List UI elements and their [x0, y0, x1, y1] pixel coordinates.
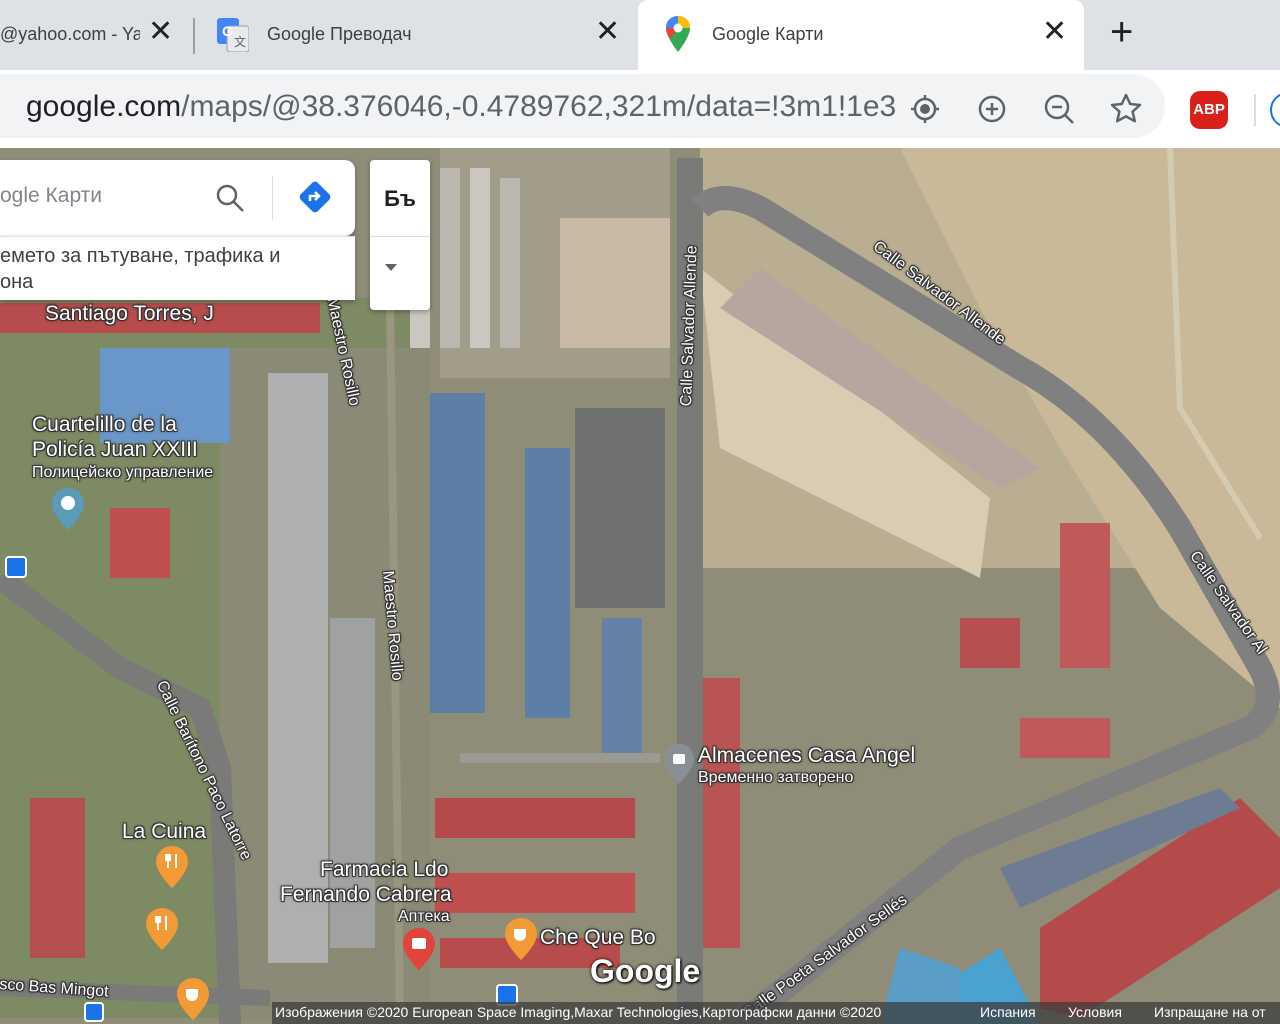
close-icon[interactable]: ✕	[595, 14, 620, 49]
panel-text-line: емето за пътуване, трафика и	[0, 245, 281, 267]
toolbar-divider	[1254, 94, 1256, 126]
zoom-in-icon[interactable]	[975, 92, 1009, 126]
close-icon[interactable]: ✕	[148, 14, 173, 49]
police-pin-icon[interactable]	[52, 488, 84, 530]
tab-title: @yahoo.com - Yal	[0, 24, 140, 44]
search-input[interactable]: ogle Карти	[0, 184, 102, 208]
poi-status: Временно затворено	[698, 769, 854, 786]
poi-category: Полицейско управление	[32, 464, 214, 481]
satellite-map[interactable]: Santiago Torres, J Maestro Rosillo Maest…	[0, 148, 1280, 1024]
poi-title[interactable]: Farmacia Ldo	[320, 858, 448, 882]
map-footer: Изображения ©2020 European Space Imaging…	[272, 1002, 1280, 1024]
adblock-plus-icon[interactable]: ABP	[1190, 91, 1228, 129]
bus-stop-icon[interactable]	[84, 1002, 104, 1022]
poi-title[interactable]: Almacenes Casa Angel	[698, 744, 915, 768]
google-maps-pin-icon	[666, 16, 690, 52]
poi-category: Аптека	[398, 908, 450, 925]
search-divider	[272, 176, 273, 220]
abp-label: ABP	[1193, 101, 1225, 118]
country-link[interactable]: Испания	[980, 1004, 1036, 1020]
restaurant-pin-icon[interactable]	[156, 846, 188, 888]
layer-button-divider	[370, 236, 430, 237]
tab-google-maps[interactable]: Google Карти ✕	[638, 0, 1084, 70]
poi-title[interactable]: Policía Juan XXIII	[32, 438, 198, 462]
cafe-pin-icon[interactable]	[177, 978, 209, 1020]
url-text[interactable]: google.com/maps/@38.376046,-0.4789762,32…	[26, 90, 896, 124]
tab-strip: @yahoo.com - Yal ✕ G 文 Google Преводач ✕…	[0, 0, 1280, 70]
map-label-santiago[interactable]: Santiago Torres, J	[45, 302, 214, 326]
layer-button-label: Бъ	[384, 186, 416, 211]
search-box[interactable]: ogle Карти	[0, 160, 355, 236]
tab-title: Google Преводач	[267, 24, 412, 44]
new-tab-plus-icon[interactable]: +	[1110, 12, 1133, 52]
profile-avatar[interactable]	[1270, 92, 1280, 128]
location-target-icon[interactable]	[908, 92, 942, 126]
panel-text-line: она	[0, 271, 34, 293]
browser-toolbar: google.com/maps/@38.376046,-0.4789762,32…	[0, 70, 1280, 148]
pharmacy-pin-icon[interactable]	[403, 928, 435, 970]
tab-title: Google Карти	[712, 24, 824, 44]
address-bar[interactable]: google.com/maps/@38.376046,-0.4789762,32…	[0, 74, 1165, 138]
poi-title[interactable]: Fernando Cabrera	[280, 883, 452, 907]
restaurant-pin-icon[interactable]	[146, 908, 178, 950]
poi-title[interactable]: La Cuina	[122, 820, 206, 844]
terms-link[interactable]: Условия	[1068, 1004, 1122, 1020]
poi-title[interactable]: Che Que Bo	[540, 926, 656, 950]
url-host: google.com	[26, 90, 182, 123]
tab-yahoo-mail[interactable]: @yahoo.com - Yal ✕	[0, 0, 190, 70]
close-icon[interactable]: ✕	[1042, 14, 1067, 49]
svg-text:文: 文	[234, 34, 246, 49]
poi-title[interactable]: Cuartelillo de la	[32, 413, 177, 437]
google-translate-icon: G 文	[217, 18, 249, 52]
bookmark-star-icon[interactable]	[1109, 92, 1143, 126]
url-path: /maps/@38.376046,-0.4789762,321m/data=!3…	[181, 90, 897, 123]
send-feedback-link[interactable]: Изпращане на от	[1154, 1004, 1266, 1020]
imagery-attribution: Изображения ©2020 European Space Imaging…	[275, 1004, 882, 1020]
expand-caret-icon[interactable]	[385, 264, 397, 271]
cafe-pin-icon[interactable]	[505, 918, 537, 960]
zoom-out-icon[interactable]	[1042, 92, 1076, 126]
travel-traffic-panel[interactable]: емето за пътуване, трафика и она	[0, 236, 355, 300]
layer-language-button[interactable]: Бъ	[370, 160, 430, 310]
google-logo: Google	[590, 953, 701, 989]
search-icon[interactable]	[214, 182, 246, 214]
directions-icon[interactable]	[298, 180, 332, 214]
shopping-pin-icon[interactable]	[664, 744, 694, 784]
tab-google-translate[interactable]: G 文 Google Преводач ✕	[195, 0, 635, 70]
bus-stop-icon[interactable]	[5, 556, 27, 578]
svg-text:G: G	[222, 23, 233, 39]
